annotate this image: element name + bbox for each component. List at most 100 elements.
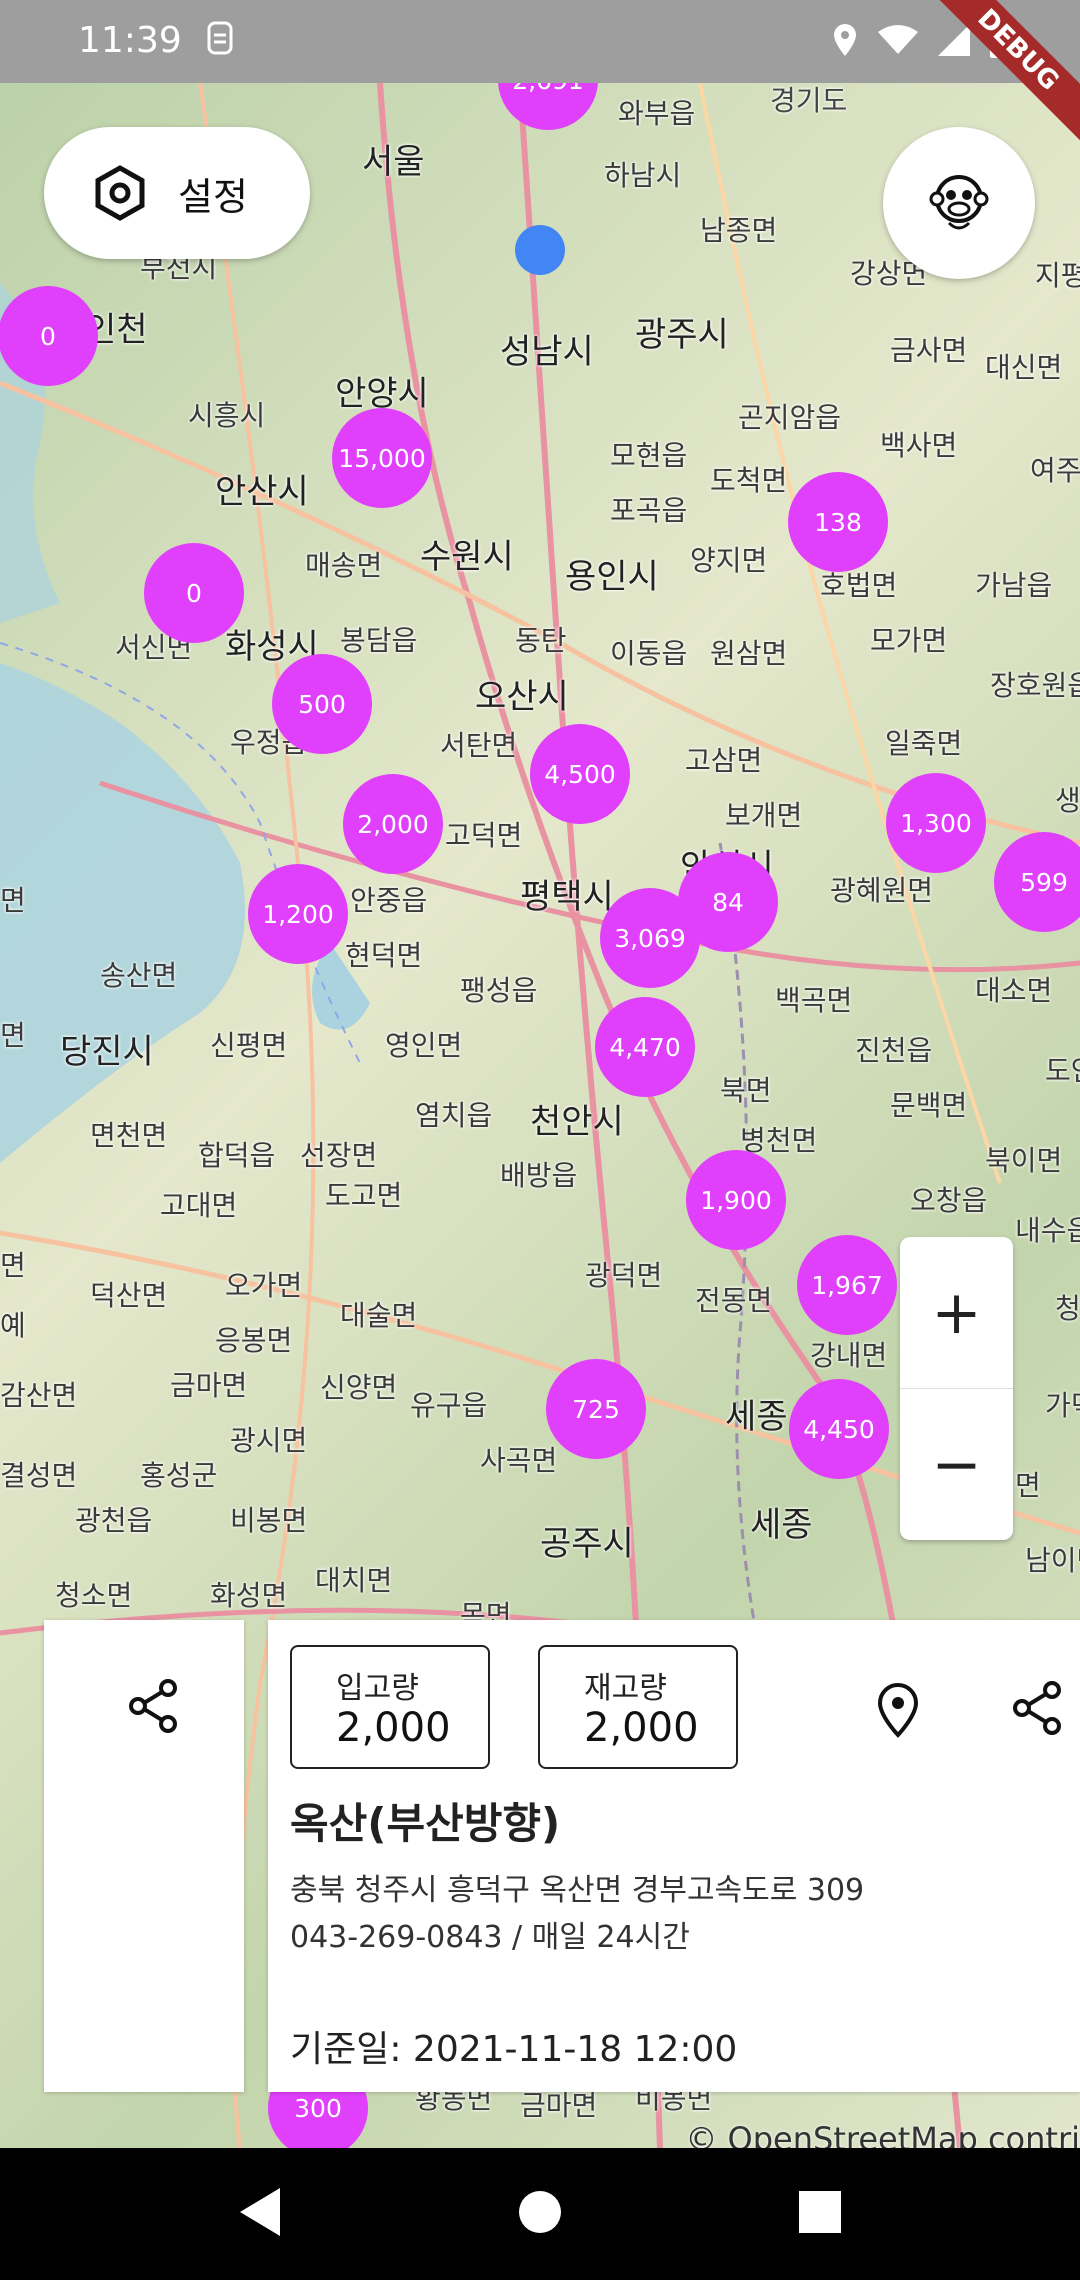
place-label: 포곡읍 (610, 494, 688, 527)
cluster-marker[interactable]: 2,000 (343, 774, 443, 874)
status-time: 11:39 (78, 20, 182, 61)
place-label: 광주시 (635, 315, 729, 355)
place-label: 남이면 (1025, 1544, 1080, 1577)
cluster-marker[interactable]: 4,450 (789, 1379, 889, 1479)
share-icon[interactable] (1010, 1680, 1066, 1736)
place-label: 고대면 (160, 1189, 238, 1222)
place-label: 북면 (720, 1074, 772, 1107)
place-label: 대소면 (975, 974, 1053, 1007)
station-title: 옥산(부산방향) (290, 1799, 561, 1848)
place-label: 안중읍 (350, 884, 428, 917)
place-label: 서울 (362, 142, 425, 182)
place-label: 오창읍 (910, 1184, 988, 1217)
zoom-control: + − (900, 1237, 1013, 1540)
place-label: 와부읍 (618, 97, 696, 130)
place-label: 광혜원면 (830, 874, 934, 907)
place-label: 문백면 (890, 1089, 968, 1122)
place-label: 북이면 (985, 1144, 1063, 1177)
cluster-marker[interactable]: 0 (144, 543, 244, 643)
place-label: 청소면 (55, 1579, 133, 1612)
cluster-marker[interactable]: 1,900 (686, 1150, 786, 1250)
home-icon[interactable] (515, 2184, 565, 2240)
place-label: 전동면 (695, 1284, 773, 1317)
monkey-character-icon (929, 175, 989, 230)
cluster-marker[interactable]: 725 (546, 1359, 646, 1459)
cluster-marker[interactable]: 500 (272, 654, 372, 754)
place-label: 팽성읍 (460, 974, 538, 1007)
place-label: 광덕면 (585, 1259, 663, 1292)
cluster-marker[interactable]: 1,300 (886, 773, 986, 873)
place-label: 천안시 (530, 1102, 624, 1142)
cluster-marker[interactable]: 15,000 (332, 408, 432, 508)
place-label: 도고면 (325, 1179, 403, 1212)
place-label: 신평면 (210, 1029, 288, 1062)
place-label: 경기도 (770, 84, 848, 117)
station-address: 충북 청주시 흥덕구 옥산면 경부고속도로 309 (290, 1873, 865, 1908)
place-label: 양지면 (690, 544, 768, 577)
place-label: 합덕읍 (198, 1139, 276, 1172)
cluster-marker[interactable]: 1,200 (248, 864, 348, 964)
place-label: 봉담읍 (340, 624, 418, 657)
place-label: 내수읍 (1015, 1214, 1080, 1247)
place-label: 이동읍 (610, 637, 688, 670)
place-label: 면 (0, 1249, 26, 1282)
stock-value: 2,000 (584, 1705, 699, 1751)
place-label: 감산면 (0, 1379, 78, 1412)
navigation-bar (0, 2148, 1080, 2280)
stock-stat-box: 재고량 2,000 (538, 1645, 738, 1769)
place-label: 오산시 (475, 677, 569, 717)
cluster-marker[interactable]: 1,967 (797, 1235, 897, 1335)
place-label: 곤지암읍 (738, 401, 842, 434)
cluster-marker[interactable]: 4,500 (530, 724, 630, 824)
place-label: 응봉면 (215, 1324, 293, 1357)
place-label: 사곡면 (480, 1444, 558, 1477)
place-label: 면천면 (90, 1119, 168, 1152)
place-label: 백사면 (880, 429, 958, 462)
cluster-marker[interactable]: 3,069 (600, 888, 700, 988)
zoom-in-button[interactable]: + (900, 1237, 1013, 1388)
share-icon[interactable] (126, 1678, 182, 1734)
settings-label: 설정 (178, 174, 248, 219)
cluster-marker[interactable]: 0 (0, 286, 98, 386)
place-label: 대신면 (985, 351, 1063, 384)
place-label: 유구읍 (410, 1389, 488, 1422)
place-label: 일죽면 (885, 727, 963, 760)
wifi-icon (878, 25, 918, 54)
location-status-icon (834, 24, 856, 56)
sim-card-icon (207, 21, 233, 55)
place-label: 모현읍 (610, 439, 688, 472)
place-label: 수원시 (420, 537, 514, 577)
place-label: 청북 (1055, 1292, 1080, 1325)
recents-icon[interactable] (795, 2184, 845, 2240)
place-label: 대술면 (340, 1299, 418, 1332)
place-label: 비봉면 (230, 1504, 308, 1537)
cluster-marker[interactable]: 138 (788, 472, 888, 572)
place-label: 평택시 (520, 877, 614, 917)
zoom-out-button[interactable]: − (900, 1389, 1013, 1540)
previous-station-card[interactable] (44, 1620, 244, 2092)
place-label: 지평 (1035, 259, 1080, 292)
place-label: 광시면 (230, 1424, 308, 1457)
place-label: 영인면 (385, 1029, 463, 1062)
station-info-card[interactable]: 입고량 2,000 재고량 2,000 옥산(부산방향) 충북 청주시 흥덕구 … (268, 1620, 1080, 2092)
place-label: 예 (0, 1309, 26, 1342)
settings-button[interactable]: 설정 (44, 127, 310, 259)
place-label: 신양면 (320, 1371, 398, 1404)
station-phone-hours: 043-269-0843 / 매일 24시간 (290, 1920, 690, 1955)
place-label: 가남읍 (975, 569, 1053, 602)
map-pin-icon[interactable] (873, 1682, 923, 1738)
place-label: 금마면 (170, 1369, 248, 1402)
place-label: 진천읍 (855, 1034, 933, 1067)
signal-icon (938, 24, 970, 56)
settings-hexagon-icon (95, 165, 145, 221)
character-button[interactable] (883, 127, 1035, 279)
cluster-marker[interactable]: 4,470 (595, 997, 695, 1097)
place-label: 당진시 (60, 1032, 154, 1072)
place-label: 생극 (1055, 784, 1080, 817)
back-icon[interactable] (236, 2184, 286, 2240)
place-label: 고덕면 (445, 819, 523, 852)
incoming-stat-box: 입고량 2,000 (290, 1645, 490, 1769)
place-label: 세종 (725, 1397, 788, 1437)
place-label: 배방읍 (500, 1159, 578, 1192)
place-label: 여주 (1030, 454, 1080, 487)
